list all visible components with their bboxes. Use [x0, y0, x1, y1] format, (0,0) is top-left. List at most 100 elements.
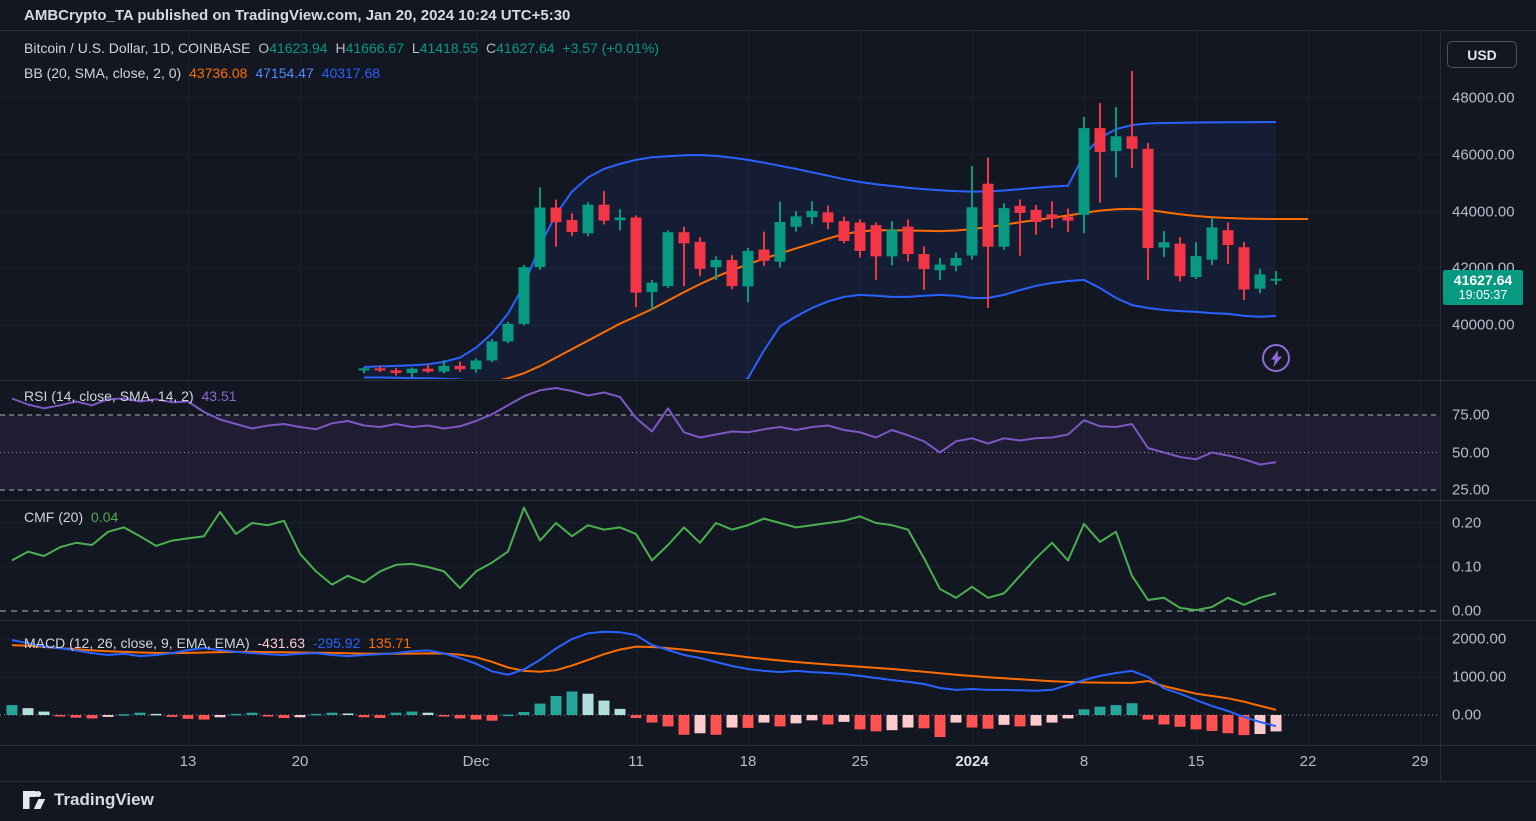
bb-upper-value: 47154.47: [255, 65, 313, 81]
macd-line-value: -295.92: [313, 635, 360, 651]
time-axis-label: 20: [292, 753, 309, 770]
candle-jan-6: [1047, 214, 1058, 219]
axis-label: 1000.00: [1452, 669, 1506, 686]
candle-jan-7: [1063, 217, 1074, 221]
axis-label: 50.00: [1452, 444, 1490, 461]
rsi-legend[interactable]: RSI (14, close, SMA, 14, 2) 43.51: [24, 388, 241, 404]
time-axis-border: [0, 745, 1536, 746]
last-price-value: 41627.64: [1443, 272, 1523, 288]
time-axis-label: 15: [1188, 753, 1205, 770]
candle-dec-5: [535, 208, 546, 268]
axis-label: 25.00: [1452, 482, 1490, 499]
candle-jan-4: [1015, 206, 1026, 213]
time-axis-label: 18: [740, 753, 757, 770]
candle-jan-16: [1207, 227, 1218, 259]
candle-dec-20: [775, 222, 786, 262]
candle-jan-14: [1175, 244, 1186, 277]
candle-nov-25: [375, 368, 386, 370]
candle-jan-18: [1239, 247, 1250, 289]
tradingview-attribution[interactable]: TradingView: [22, 789, 154, 811]
candle-dec-11: [631, 217, 642, 292]
bb-legend[interactable]: BB (20, SMA, close, 2, 0) 43736.08 47154…: [24, 65, 384, 81]
candle-dec-24: [839, 221, 850, 241]
candle-dec-29: [919, 254, 930, 269]
tradingview-brand-text: TradingView: [54, 790, 154, 810]
last-price-tag: 41627.64 19:05:37: [1443, 270, 1523, 305]
candle-jan-17: [1223, 230, 1234, 245]
bb-title: BB (20, SMA, close, 2, 0): [24, 65, 181, 81]
cmf-legend[interactable]: CMF (20) 0.04: [24, 509, 122, 525]
candle-dec-17: [727, 260, 738, 286]
usd-currency-button[interactable]: USD: [1447, 41, 1517, 68]
bb-lower-value: 40317.68: [322, 65, 380, 81]
candle-dec-3: [503, 324, 514, 342]
candle-jan-1: [967, 207, 978, 255]
time-axis-label: Dec: [463, 753, 490, 770]
candle-nov-27: [407, 369, 418, 373]
candle-jan-19: [1255, 274, 1266, 288]
pane-divider-macd[interactable]: [0, 620, 1536, 621]
candle-jan-13: [1159, 242, 1170, 247]
candle-dec-18: [743, 251, 754, 286]
chart-bottom-border: [0, 781, 1536, 782]
open-label: O: [258, 40, 269, 56]
candle-jan-5: [1031, 210, 1042, 222]
candle-dec-26: [871, 225, 882, 256]
lightning-icon: [1270, 350, 1283, 367]
candle-dec-19: [759, 250, 770, 261]
macd-hist-value: -431.63: [258, 635, 305, 651]
time-axis-label: 8: [1080, 753, 1088, 770]
candle-jan-9: [1095, 128, 1106, 152]
macd-signal-value: 135.71: [368, 635, 411, 651]
candle-dec-27: [887, 230, 898, 257]
candle-dec-28: [903, 227, 914, 255]
close-label: C: [486, 40, 496, 56]
macd-legend[interactable]: MACD (12, 26, close, 9, EMA, EMA) -431.6…: [24, 635, 415, 651]
candle-dec-12: [647, 283, 658, 292]
pane-divider-rsi[interactable]: [0, 380, 1536, 381]
change-value: +3.57 (+0.01%): [562, 40, 659, 56]
countdown-timer: 19:05:37: [1443, 288, 1523, 302]
rsi-value: 43.51: [202, 388, 237, 404]
symbol-legend[interactable]: Bitcoin / U.S. Dollar, 1D, COINBASE O 416…: [24, 40, 663, 56]
candle-dec-4: [519, 267, 530, 324]
cmf-title: CMF (20): [24, 509, 83, 525]
tradingview-logo-icon: [22, 789, 47, 811]
pane-divider-cmf[interactable]: [0, 500, 1536, 501]
axis-label: 40000.00: [1452, 317, 1515, 334]
candle-nov-24: [359, 368, 370, 370]
candle-dec-23: [823, 212, 834, 222]
axis-label: 0.00: [1452, 603, 1481, 620]
close-value: 41627.64: [496, 40, 554, 56]
candle-dec-21: [791, 216, 802, 226]
high-label: H: [335, 40, 345, 56]
candle-dec-16: [711, 260, 722, 267]
bb-basis-value: 43736.08: [189, 65, 247, 81]
candle-dec-10: [615, 217, 626, 220]
candle-jan-8: [1079, 128, 1090, 215]
time-axis-label: 2024: [955, 753, 988, 770]
tradingview-published-chart: AMBCrypto_TA published on TradingView.co…: [0, 0, 1536, 821]
lightning-button[interactable]: [1262, 344, 1290, 372]
candle-dec-7: [567, 220, 578, 232]
candle-dec-14: [679, 232, 690, 243]
time-axis-label: 11: [628, 753, 644, 770]
candle-nov-29: [439, 366, 450, 372]
candle-jan-10: [1111, 136, 1122, 151]
price-axis-border: [1440, 30, 1441, 781]
candle-nov-26: [391, 370, 402, 373]
candle-dec-15: [695, 242, 706, 269]
cmf-value: 0.04: [91, 509, 118, 525]
candle-dec-13: [663, 232, 674, 286]
candle-dec-25: [855, 223, 866, 251]
low-label: L: [412, 40, 420, 56]
axis-label: 0.20: [1452, 515, 1481, 532]
candle-dec-31: [951, 258, 962, 266]
axis-label: 0.00: [1452, 707, 1481, 724]
axis-label: 48000.00: [1452, 90, 1515, 107]
candle-dec-2: [487, 341, 498, 360]
symbol-title: Bitcoin / U.S. Dollar, 1D, COINBASE: [24, 40, 250, 56]
chart-canvas[interactable]: [0, 0, 1536, 821]
axis-label: 0.10: [1452, 559, 1481, 576]
candle-nov-30: [455, 366, 466, 369]
